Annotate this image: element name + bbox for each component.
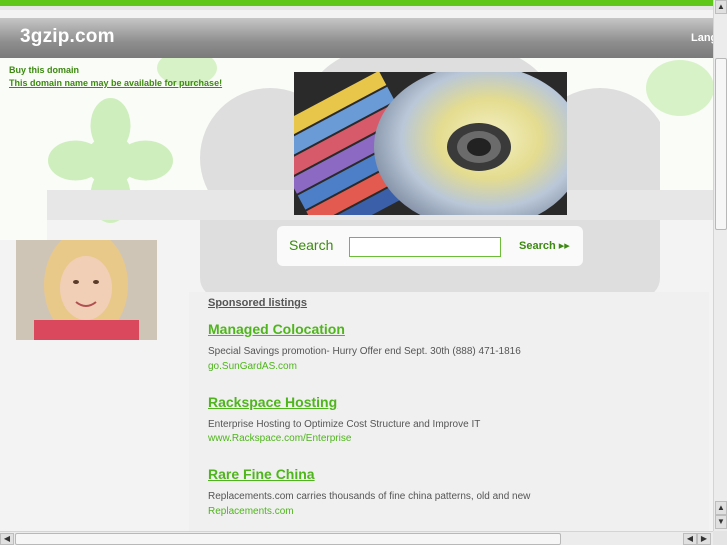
sponsored-heading[interactable]: Sponsored listings bbox=[208, 297, 307, 309]
support-avatar bbox=[16, 240, 157, 340]
search-button[interactable]: Search ▸▸ bbox=[519, 239, 570, 252]
listing-title[interactable]: Managed Colocation bbox=[208, 321, 345, 337]
vertical-scroll-thumb[interactable] bbox=[715, 58, 727, 230]
decorative-flower-right-icon bbox=[646, 60, 713, 116]
search-input[interactable] bbox=[349, 237, 501, 257]
listing-title[interactable]: Rackspace Hosting bbox=[208, 394, 337, 410]
buy-domain-link[interactable]: Buy this domain bbox=[9, 64, 222, 77]
scroll-down-icon[interactable]: ▼ bbox=[715, 515, 727, 529]
content-band-left bbox=[0, 190, 47, 240]
site-header: 3gzip.com Lang bbox=[0, 18, 713, 58]
listing-url[interactable]: Replacements.com bbox=[208, 506, 294, 517]
scroll-up-icon[interactable]: ▲ bbox=[715, 0, 727, 14]
domain-available-link[interactable]: This domain name may be available for pu… bbox=[9, 77, 222, 90]
scroll-left-alt-icon[interactable]: ◀ bbox=[683, 533, 697, 545]
top-accent-shadow bbox=[0, 6, 727, 10]
scrollbar-corner bbox=[713, 531, 727, 545]
horizontal-scroll-thumb[interactable] bbox=[15, 533, 561, 545]
vertical-scrollbar[interactable]: ▲ ▲ ▼ bbox=[713, 0, 727, 531]
language-link[interactable]: Lang bbox=[691, 32, 713, 44]
cd-floppy-image bbox=[294, 72, 567, 215]
woman-photo-icon bbox=[16, 240, 157, 340]
listing-title[interactable]: Rare Fine China bbox=[208, 466, 315, 482]
horizontal-scrollbar[interactable]: ◀ ◀ ▶ bbox=[0, 531, 713, 545]
site-title[interactable]: 3gzip.com bbox=[20, 26, 115, 48]
domain-sale-links: Buy this domain This domain name may be … bbox=[9, 64, 222, 90]
scroll-right-icon[interactable]: ▶ bbox=[697, 533, 711, 545]
listing-url[interactable]: go.SunGardAS.com bbox=[208, 361, 297, 372]
listing-desc: Replacements.com carries thousands of fi… bbox=[208, 491, 531, 502]
scroll-up-alt-icon[interactable]: ▲ bbox=[715, 501, 727, 515]
listing-desc: Enterprise Hosting to Optimize Cost Stru… bbox=[208, 419, 481, 430]
cd-image-icon bbox=[294, 72, 567, 215]
scroll-left-icon[interactable]: ◀ bbox=[0, 533, 14, 545]
search-label: Search bbox=[289, 237, 334, 253]
listing-desc: Special Savings promotion- Hurry Offer e… bbox=[208, 346, 521, 357]
search-panel: Search Search ▸▸ bbox=[277, 226, 583, 266]
listing-url[interactable]: www.Rackspace.com/Enterprise bbox=[208, 433, 351, 444]
